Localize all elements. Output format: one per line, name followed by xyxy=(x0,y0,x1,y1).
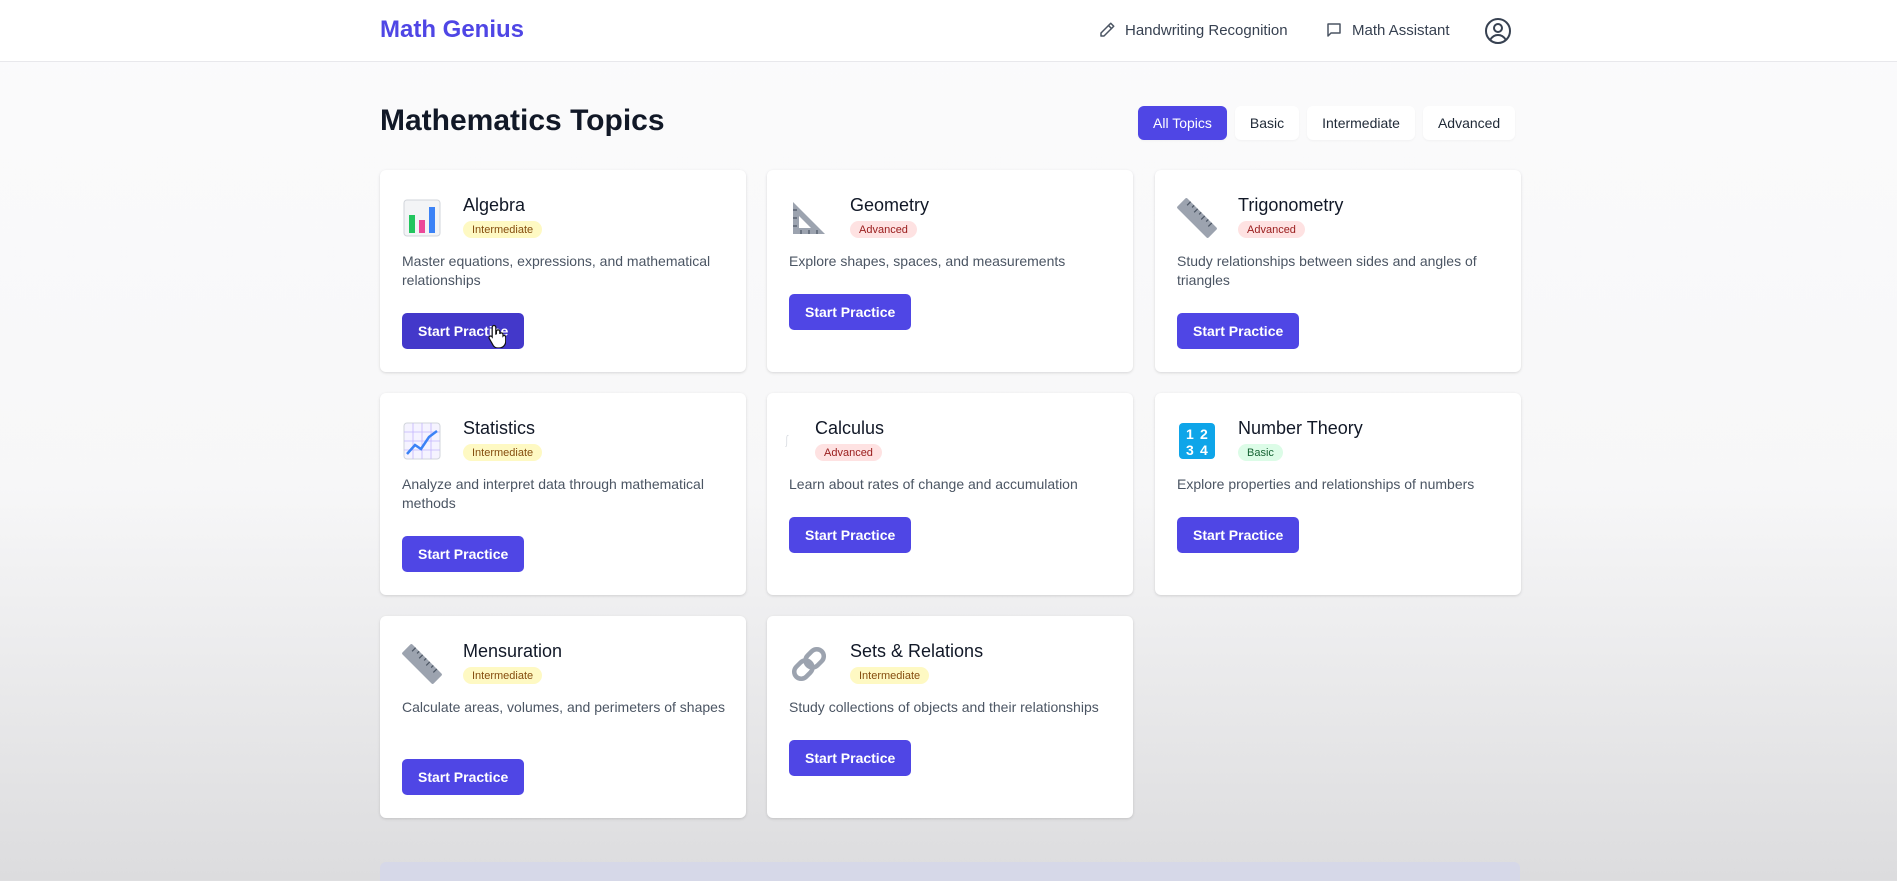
topic-name: Geometry xyxy=(850,195,930,215)
nav-label: Math Assistant xyxy=(1352,21,1450,39)
start-practice-button[interactable]: Start Practice xyxy=(789,294,912,330)
topic-card-statistics: Statistics Intermediate Analyze and inte… xyxy=(380,393,746,595)
filter-basic[interactable]: Basic xyxy=(1234,106,1300,140)
topic-name: Number Theory xyxy=(1238,418,1363,438)
line-chart-icon xyxy=(403,422,441,460)
triangle-ruler-icon xyxy=(793,202,825,234)
difficulty-badge: Intermediate xyxy=(463,221,543,238)
link-icon xyxy=(791,646,827,682)
topic-description: Explore properties and relationships of … xyxy=(1177,476,1475,492)
ruler-icon xyxy=(1177,198,1217,238)
nav-math-assistant[interactable]: Math Assistant xyxy=(1325,21,1450,39)
numbers-1234-icon: 1 2 3 4 xyxy=(1179,423,1215,459)
topic-card-algebra: Algebra Intermediate Master equations, e… xyxy=(380,170,746,372)
top-navbar: Math Genius Handwriting Recognition Math… xyxy=(0,0,1897,62)
svg-text:1: 1 xyxy=(1186,426,1194,442)
nav-handwriting-recognition[interactable]: Handwriting Recognition xyxy=(1098,21,1288,39)
bar-chart-icon xyxy=(403,199,441,237)
start-practice-button[interactable]: Start Practice xyxy=(1177,517,1300,553)
difficulty-badge: Intermediate xyxy=(850,667,930,684)
start-practice-button[interactable]: Start Practice xyxy=(789,517,912,553)
svg-text:3: 3 xyxy=(1186,442,1194,458)
topic-card-geometry: Geometry Advanced Explore shapes, spaces… xyxy=(767,170,1133,372)
start-practice-button[interactable]: Start Practice xyxy=(402,536,525,572)
pencil-icon xyxy=(1100,22,1115,37)
difficulty-badge: Advanced xyxy=(815,444,882,461)
difficulty-badge: Basic xyxy=(1238,444,1283,461)
topic-description: Explore shapes, spaces, and measurements xyxy=(789,253,1066,269)
svg-text:2: 2 xyxy=(1200,426,1208,442)
topic-name: Statistics xyxy=(463,418,536,438)
difficulty-badge: Advanced xyxy=(850,221,917,238)
topic-description: Study relationships between sides and an… xyxy=(1177,253,1477,288)
topic-card-mensuration: Mensuration Intermediate Calculate areas… xyxy=(380,616,746,818)
ruler-icon xyxy=(402,644,442,684)
hand-cursor-icon xyxy=(488,324,506,348)
chat-bubble-icon xyxy=(1327,23,1341,37)
topic-filter-group: All Topics Basic Intermediate Advanced xyxy=(1138,106,1516,140)
nav-label: Handwriting Recognition xyxy=(1125,21,1288,39)
topic-card-sets-relations: Sets & Relations Intermediate Study coll… xyxy=(767,616,1133,818)
start-practice-button[interactable]: Start Practice xyxy=(789,740,912,776)
topic-name: Calculus xyxy=(815,418,885,438)
filter-intermediate[interactable]: Intermediate xyxy=(1307,106,1415,140)
topic-description: Master equations, expressions, and mathe… xyxy=(402,253,711,288)
topic-name: Trigonometry xyxy=(1238,195,1344,215)
start-practice-button[interactable]: Start Practice xyxy=(402,759,525,795)
topic-card-calculus: Calculus Advanced Learn about rates of c… xyxy=(767,393,1133,595)
topic-description: Analyze and interpret data through mathe… xyxy=(402,476,704,511)
filter-all-topics[interactable]: All Topics xyxy=(1138,106,1227,140)
bottom-section-panel xyxy=(380,862,1520,881)
topic-description: Study collections of objects and their r… xyxy=(789,699,1099,715)
integral-icon xyxy=(785,434,789,448)
page-title: Mathematics Topics xyxy=(380,104,665,137)
difficulty-badge: Intermediate xyxy=(463,667,543,684)
topic-card-number-theory: 1 2 3 4 Number Theory Basic Explore prop… xyxy=(1155,393,1521,595)
topic-description: Calculate areas, volumes, and perimeters… xyxy=(402,699,725,715)
topic-card-trigonometry: Trigonometry Advanced Study relationship… xyxy=(1155,170,1521,372)
topic-name: Sets & Relations xyxy=(850,641,984,661)
user-circle-icon[interactable] xyxy=(1484,17,1512,45)
topic-description: Learn about rates of change and accumula… xyxy=(789,476,1078,492)
topic-name: Mensuration xyxy=(463,641,563,661)
start-practice-button[interactable]: Start Practice xyxy=(1177,313,1300,349)
brand-logo[interactable]: Math Genius xyxy=(380,16,524,44)
difficulty-badge: Advanced xyxy=(1238,221,1305,238)
filter-advanced[interactable]: Advanced xyxy=(1422,106,1516,140)
difficulty-badge: Intermediate xyxy=(463,444,543,461)
topic-name: Algebra xyxy=(463,195,526,215)
svg-text:4: 4 xyxy=(1200,442,1208,458)
